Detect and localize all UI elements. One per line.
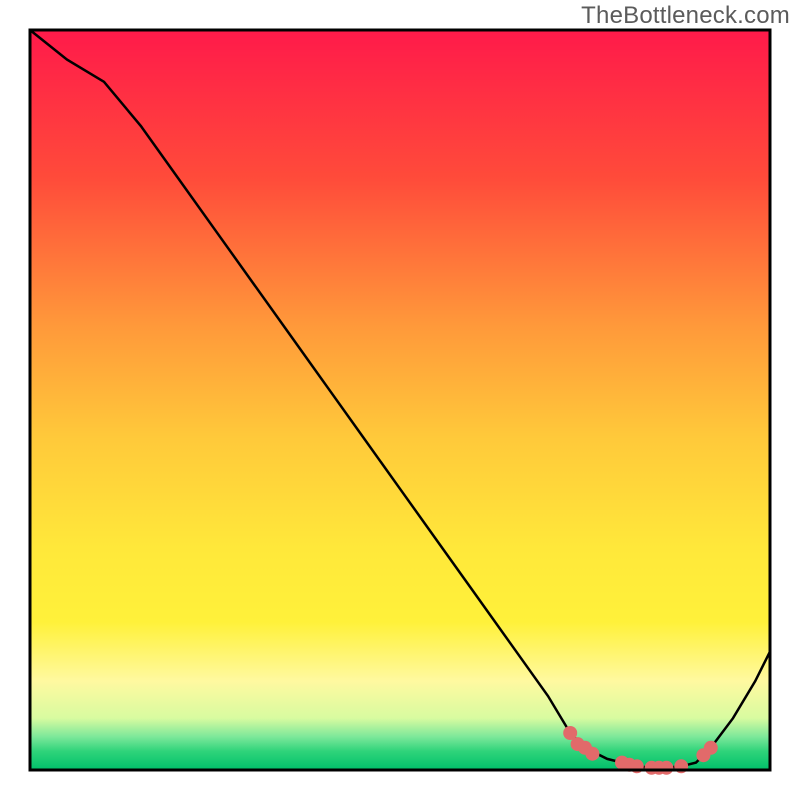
marker-point <box>704 741 718 755</box>
marker-point <box>585 747 599 761</box>
marker-point <box>659 761 673 775</box>
chart-container: TheBottleneck.com <box>0 0 800 800</box>
watermark-text: TheBottleneck.com <box>581 2 790 30</box>
gradient-background <box>30 30 770 770</box>
bottleneck-curve-chart <box>0 0 800 800</box>
